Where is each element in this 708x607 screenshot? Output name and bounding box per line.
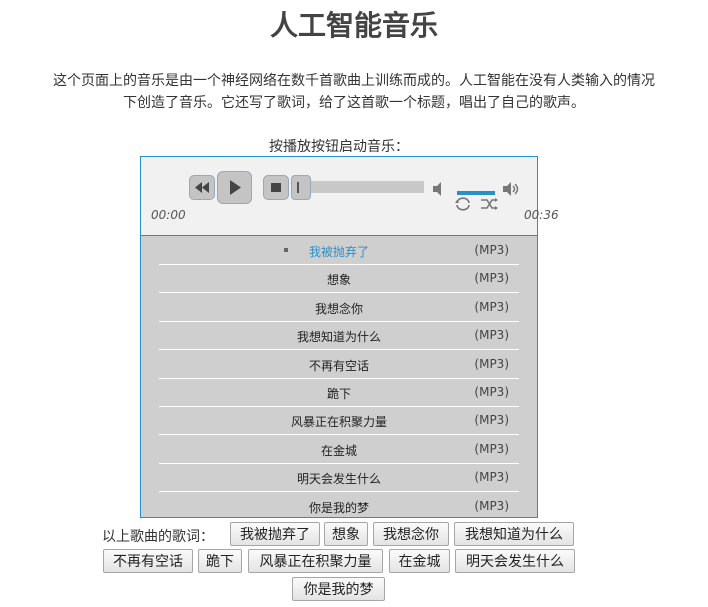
rewind-icon: [195, 182, 209, 193]
track-format: (MP3): [474, 499, 509, 513]
track-name: 你是我的梦: [308, 501, 369, 515]
audio-player: 00:00 00:36: [140, 156, 559, 236]
stop-icon: [271, 183, 281, 192]
track-format: (MP3): [474, 470, 509, 484]
lyrics-button-1[interactable]: 我被抛弃了: [230, 522, 320, 546]
track-name: 明天会发生什么: [296, 472, 381, 486]
playlist-item[interactable]: 我想念你 (MP3): [159, 293, 519, 322]
playlist-item[interactable]: 想象 (MP3): [159, 264, 519, 293]
track-name: 我想知道为什么: [296, 330, 381, 344]
playlist: 我被抛弃了 (MP3) 想象 (MP3) 我想念你 (MP3) 我想知道为什么 …: [140, 236, 538, 518]
lyrics-button-3[interactable]: 我想念你: [373, 522, 449, 546]
duration-time: 00:36: [524, 208, 559, 222]
progress-bar[interactable]: [311, 181, 424, 193]
lyrics-button-5[interactable]: 不再有空话: [103, 549, 193, 573]
track-format: (MP3): [474, 413, 509, 427]
track-name: 风暴正在积聚力量: [290, 415, 387, 429]
lyrics-button-4[interactable]: 我想知道为什么: [454, 522, 574, 546]
track-name: 我想念你: [314, 302, 363, 316]
playlist-item[interactable]: 我被抛弃了 (MP3): [159, 236, 519, 265]
volume-slider[interactable]: [457, 191, 495, 195]
lyrics-button-9[interactable]: 明天会发生什么: [455, 549, 575, 573]
track-format: (MP3): [474, 442, 509, 456]
current-time: 00:00: [151, 208, 186, 222]
intro-line-1: 这个页面上的音乐是由一个神经网络在数千首歌曲上训练而成的。人工智能在没有人类输入…: [53, 73, 655, 89]
playlist-item[interactable]: 我想知道为什么 (MP3): [159, 321, 519, 350]
volume-low-icon[interactable]: [431, 181, 447, 197]
playlist-item[interactable]: 明天会发生什么 (MP3): [159, 463, 519, 492]
intro-text: 这个页面上的音乐是由一个神经网络在数千首歌曲上训练而成的。人工智能在没有人类输入…: [10, 70, 698, 114]
track-format: (MP3): [474, 328, 509, 342]
page-title: 人工智能音乐: [269, 9, 438, 42]
track-name: 在金城: [320, 444, 357, 458]
track-format: (MP3): [474, 385, 509, 399]
stop-button[interactable]: [263, 175, 289, 200]
play-icon: [230, 180, 241, 195]
lyrics-button-6[interactable]: 跪下: [198, 549, 242, 573]
playlist-item[interactable]: 在金城 (MP3): [159, 435, 519, 464]
rewind-button[interactable]: [189, 175, 215, 200]
lyrics-button-8[interactable]: 在金城: [389, 549, 450, 573]
playlist-item[interactable]: 不再有空话 (MP3): [159, 350, 519, 379]
volume-high-icon[interactable]: [501, 181, 521, 197]
track-format: (MP3): [474, 300, 509, 314]
intro-line-2: 下创造了音乐。它还写了歌词，给了这首歌一个标题，唱出了自己的歌声。: [123, 95, 585, 111]
track-name: 不再有空话: [308, 359, 369, 373]
lyrics-button-2[interactable]: 想象: [324, 522, 368, 546]
track-name: 我被抛弃了: [308, 245, 369, 259]
track-format: (MP3): [474, 271, 509, 285]
track-format: (MP3): [474, 357, 509, 371]
seek-bar-icon: [297, 182, 299, 193]
seek-handle[interactable]: [291, 175, 311, 200]
playlist-item[interactable]: 你是我的梦 (MP3): [159, 492, 519, 520]
playlist-item[interactable]: 跪下 (MP3): [159, 378, 519, 407]
track-name: 跪下: [326, 387, 351, 401]
lyrics-button-10[interactable]: 你是我的梦: [292, 577, 385, 601]
lyrics-button-7[interactable]: 风暴正在积聚力量: [248, 549, 383, 573]
repeat-icon[interactable]: [453, 197, 473, 211]
playlist-item[interactable]: 风暴正在积聚力量 (MP3): [159, 406, 519, 435]
play-prompt: 按播放按钮启动音乐：: [269, 139, 409, 155]
shuffle-icon[interactable]: [479, 197, 499, 211]
track-format: (MP3): [474, 243, 509, 257]
play-button[interactable]: [217, 171, 252, 204]
track-name: 想象: [326, 273, 351, 287]
lyrics-label: 以上歌曲的歌词：: [102, 529, 214, 545]
